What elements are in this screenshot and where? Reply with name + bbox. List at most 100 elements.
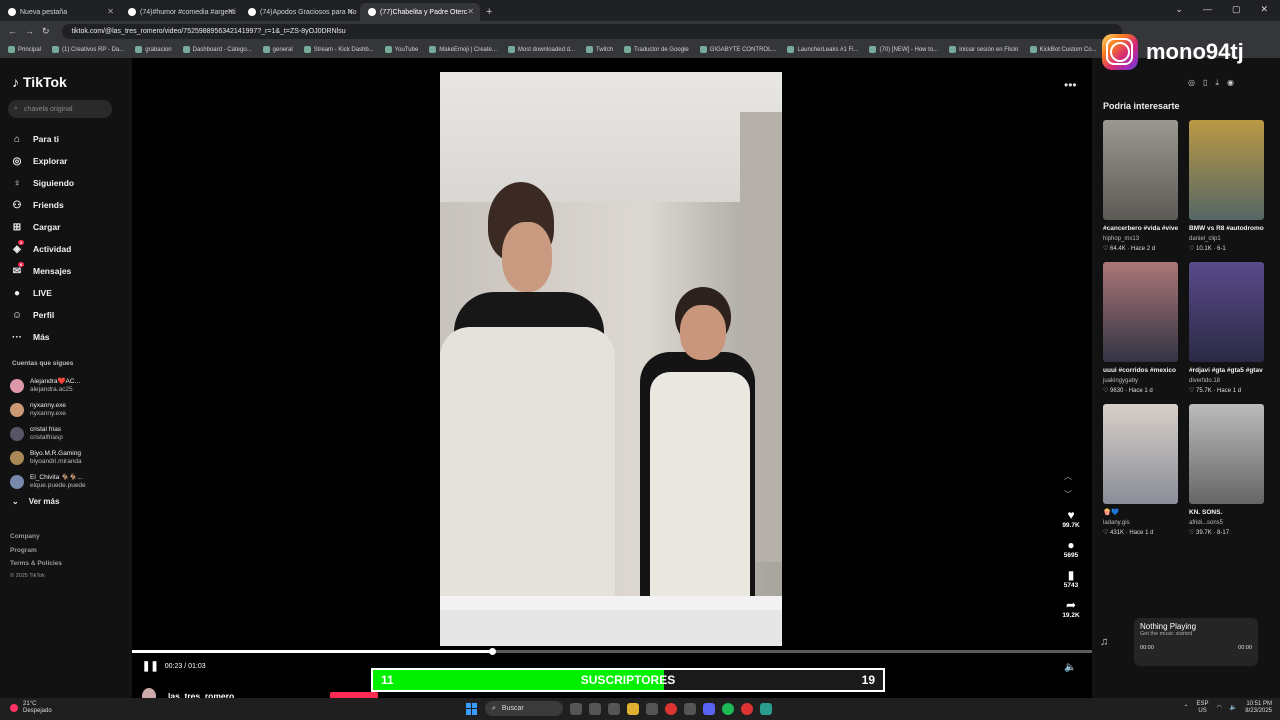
app-icon[interactable] — [760, 702, 772, 715]
chevron-down-icon[interactable]: ﹀ — [1064, 486, 1072, 504]
music-icon[interactable]: ♫ — [1100, 636, 1108, 648]
sidebar-item-mensajes[interactable]: ✉ 6 Mensajes — [10, 260, 74, 282]
tab-humor[interactable]: (74)#humor #comedia #argenti ✕ — [120, 3, 240, 21]
recommend-card[interactable]: #cancerbero #vida #vivelavidalomaxi... hi… — [1103, 120, 1178, 254]
task-view-icon[interactable] — [589, 702, 601, 715]
video-progress-knob[interactable] — [489, 648, 496, 655]
sidebar-item-más[interactable]: ··· Más — [10, 326, 74, 348]
minimize-icon[interactable]: — — [1203, 4, 1212, 15]
video-thumbnail[interactable] — [1103, 404, 1178, 504]
back-icon[interactable]: ← — [8, 26, 17, 36]
now-playing-widget[interactable]: Nothing Playing Get the music started 00… — [1134, 618, 1258, 666]
avatar[interactable] — [10, 427, 24, 441]
bookmark-item[interactable]: YouTube — [384, 46, 418, 53]
chevron-down-icon[interactable]: ⌄ — [1175, 4, 1183, 15]
recommend-card[interactable]: BMW vs R8 #autodromolasame... daniel_clip… — [1189, 120, 1264, 254]
comment-button[interactable]: ● 5695 — [1056, 538, 1086, 559]
forward-icon[interactable]: → — [25, 26, 34, 36]
obs-icon[interactable] — [684, 702, 696, 715]
keyboard-lang[interactable]: ESP — [1197, 701, 1209, 708]
footer-company[interactable]: Company — [10, 530, 62, 544]
discord-icon[interactable] — [703, 702, 715, 715]
avatar[interactable] — [10, 475, 24, 489]
wifi-icon[interactable]: ◠ — [1217, 705, 1222, 712]
sidebar-item-para-ti[interactable]: ⌂ Para ti — [10, 128, 74, 150]
like-button[interactable]: ♥ 99.7K — [1056, 508, 1086, 529]
taskbar-search[interactable]: ⌕ Buscar — [485, 701, 563, 716]
bookmark-item[interactable]: GIGABYTE CONTROL... — [699, 46, 776, 53]
bookmark-item[interactable]: Twitch — [585, 46, 613, 53]
bookmark-item[interactable]: Principal — [8, 46, 41, 53]
close-window-icon[interactable]: ✕ — [1260, 4, 1268, 15]
recommend-card[interactable]: uuui #corridos #mexico #reaccion juakingy… — [1103, 262, 1178, 396]
sidebar-item-live[interactable]: ● LIVE — [10, 282, 74, 304]
avatar-icon[interactable]: ◉ — [1227, 78, 1234, 88]
widgets-icon[interactable] — [570, 702, 582, 715]
search-input[interactable]: ⌕ chavela original — [8, 100, 112, 118]
footer-terms[interactable]: Terms & Policies — [10, 557, 62, 571]
bookmark-item[interactable]: Stream - Kick Dashb... — [303, 46, 374, 53]
bookmark-item[interactable]: grabacion — [135, 46, 172, 53]
chrome-icon[interactable] — [665, 702, 677, 715]
video-thumbnail[interactable] — [1103, 120, 1178, 220]
url-input[interactable]: tiktok.com/@las_tres_romero/video/752598… — [61, 23, 1122, 39]
bookmark-item[interactable]: (1) Creativos RP - Da... — [52, 46, 124, 53]
reload-icon[interactable]: ↻ — [42, 26, 50, 37]
close-icon[interactable]: ✕ — [467, 7, 474, 16]
video-player[interactable] — [440, 72, 782, 646]
bookmark-item[interactable]: LauncherLeaks #1 Fi... — [787, 46, 858, 53]
more-options-icon[interactable]: ••• — [1064, 78, 1077, 92]
clock[interactable]: 10:51 PM 8/23/2025 — [1245, 701, 1272, 715]
sidebar-item-perfil[interactable]: ☺ Perfil — [10, 304, 74, 326]
save-button[interactable]: ▮ 5743 — [1056, 568, 1086, 589]
store-icon[interactable] — [646, 702, 658, 715]
video-thumbnail[interactable] — [1189, 262, 1264, 362]
sidebar-item-explorar[interactable]: ◎ Explorar — [10, 150, 74, 172]
sidebar-item-cargar[interactable]: ⊞ Cargar — [10, 216, 74, 238]
recommend-card[interactable]: 🍿💙 ladany.gis ♡ 431K · Hace 1 d — [1103, 404, 1178, 538]
following-item[interactable]: nyxanny.exe nyxanny.exe — [10, 398, 86, 422]
video-thumbnail[interactable] — [1189, 120, 1264, 220]
windows-start-icon[interactable] — [466, 702, 478, 715]
file-explorer-icon[interactable] — [627, 702, 639, 715]
avatar[interactable] — [10, 451, 24, 465]
new-tab-button[interactable]: + — [480, 3, 498, 21]
close-icon[interactable]: ✕ — [107, 7, 114, 16]
spotify-icon[interactable] — [722, 702, 734, 715]
avatar[interactable] — [10, 403, 24, 417]
bookmark-item[interactable]: MakeEmoji | Create... — [429, 46, 497, 53]
following-item[interactable]: cristal frias cristalfriasp — [10, 422, 86, 446]
share-button[interactable]: ➦ 19.2K — [1056, 598, 1086, 619]
maximize-icon[interactable]: ▢ — [1232, 4, 1241, 15]
see-more-button[interactable]: ⌄ Ver más — [12, 497, 59, 506]
phone-icon[interactable]: ▯ — [1203, 78, 1207, 88]
tiktok-logo[interactable]: ♪ TikTok — [12, 74, 67, 90]
tab-apodos[interactable]: (74)Apodos Graciosos para No ✕ — [240, 3, 360, 21]
video-thumbnail[interactable] — [1189, 404, 1264, 504]
speaker-icon[interactable]: 🔈 — [1230, 705, 1237, 712]
bookmark-item[interactable]: (70) [NEW] - How to... — [869, 46, 938, 53]
video-progress-bar[interactable] — [132, 648, 1092, 655]
sidebar-item-siguiendo[interactable]: ♀ Siguiendo — [10, 172, 74, 194]
chevron-up-icon[interactable]: ⌃ — [1184, 705, 1189, 712]
bookmark-item[interactable]: Traductor de Google — [623, 46, 689, 53]
recommend-card[interactable]: KN. SONS. afridi...sons5 ♡ 39.7K · 8-17 — [1189, 404, 1264, 538]
bookmark-item[interactable]: Iniciar sesión en Flickr — [949, 46, 1019, 53]
sidebar-item-friends[interactable]: ⚇ Friends — [10, 194, 74, 216]
pause-icon[interactable]: ❚❚ — [142, 661, 159, 672]
weather-widget[interactable]: 21°C Despejado — [10, 701, 52, 715]
following-item[interactable]: Alejandra❤️AC... alejandra.ac25 — [10, 374, 86, 398]
settings-icon[interactable] — [608, 702, 620, 715]
chevron-up-icon[interactable]: ︿ — [1064, 468, 1072, 486]
volume-icon[interactable]: 🔈 — [1064, 662, 1076, 673]
avatar[interactable] — [10, 379, 24, 393]
footer-program[interactable]: Program — [10, 544, 62, 558]
bookmark-item[interactable]: Dashboard - Catego... — [182, 46, 252, 53]
download-icon[interactable]: ⤓ — [1215, 78, 1219, 88]
following-item[interactable]: El_Chivita 🐐🐐... elque.puede.puede — [10, 470, 86, 494]
chrome-icon[interactable] — [741, 702, 753, 715]
bookmark-item[interactable]: Most downloaded d... — [507, 46, 575, 53]
tab-chabelita[interactable]: (77)Chabelita y Padre Oterc ✕ — [360, 3, 480, 21]
bookmark-item[interactable]: general — [262, 46, 293, 53]
following-item[interactable]: Biyo.M.R.Gaming biyoandri.miranda — [10, 446, 86, 470]
